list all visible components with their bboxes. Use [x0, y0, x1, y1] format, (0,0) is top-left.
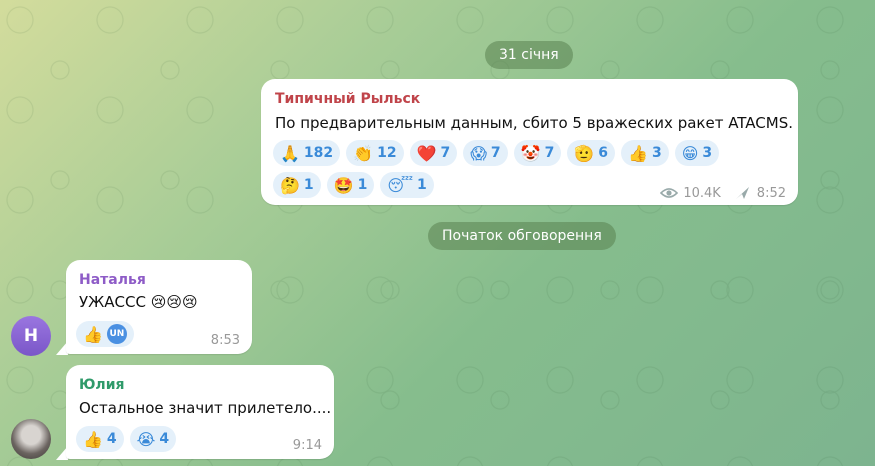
reaction-count: 6	[598, 145, 609, 161]
avatar[interactable]: Н	[11, 316, 51, 356]
reaction-emoji-icon: ❤️	[416, 143, 437, 163]
reaction-chip[interactable]: 👏 12	[346, 140, 404, 166]
reaction-chip[interactable]: 😭 4	[129, 426, 177, 452]
reaction-chip[interactable]: 😴 1	[380, 172, 434, 198]
reaction-count: 12	[377, 145, 397, 161]
reaction-emoji-icon: 🙏	[280, 143, 300, 163]
reaction-count: 7	[490, 145, 501, 161]
discussion-divider: Початок обговорення	[428, 222, 616, 250]
reaction-chip[interactable]: 🤩 1	[326, 172, 375, 198]
reaction-count: 1	[357, 177, 368, 193]
reaction-count: 3	[651, 145, 662, 161]
message-reactions: 👍 4 😭 4	[76, 426, 177, 452]
message-bubble[interactable]: Наталья УЖАССС 😢😢😢 👍 UN 8:53	[66, 260, 252, 354]
reaction-emoji-icon: 🤔	[280, 175, 300, 195]
reaction-emoji-icon: 👏	[353, 143, 374, 163]
eye-icon	[660, 188, 679, 198]
reaction-emoji-icon: 😴	[387, 175, 414, 195]
reaction-chip[interactable]: 👍 UN	[76, 321, 134, 347]
reaction-count: 1	[303, 177, 314, 193]
reaction-chip[interactable]: 🫡 6	[567, 140, 616, 166]
reaction-count: 182	[303, 145, 334, 161]
post-views: 10.4K	[683, 185, 721, 201]
post-sender[interactable]: Типичный Рыльск	[275, 91, 420, 107]
reaction-emoji-icon: 🤡	[520, 143, 541, 163]
reaction-emoji-icon: 👍	[628, 143, 648, 163]
reaction-chip[interactable]: ❤️ 7	[409, 140, 458, 166]
channel-post[interactable]: Типичный Рыльск По предварительным данны…	[261, 79, 798, 205]
reaction-count: 7	[544, 145, 555, 161]
reaction-chip[interactable]: 🤡 7	[513, 140, 562, 166]
reaction-count: 1	[417, 177, 427, 193]
avatar-initial: Н	[23, 326, 39, 346]
reaction-emoji-icon: 😁	[681, 143, 699, 163]
reaction-emoji-icon: 🤩	[333, 175, 354, 195]
reaction-count: 7	[440, 145, 451, 161]
thumbs-up-icon: 👍	[83, 429, 103, 449]
reaction-count: 3	[702, 145, 713, 161]
post-time: 8:52	[756, 185, 786, 201]
message-reactions: 👍 UN	[76, 321, 134, 347]
message-bubble[interactable]: Юлия Остальное значит прилетело.... 👍 4 …	[66, 365, 334, 459]
reaction-chip[interactable]: 👍 3	[621, 140, 669, 166]
reaction-emoji-icon: 😱	[470, 143, 487, 163]
message-text: УЖАССС 😢😢😢	[79, 293, 198, 311]
crying-face-icon: 😭	[136, 429, 156, 449]
reaction-chip[interactable]: 😱 7	[463, 140, 508, 166]
message-text: Остальное значит прилетело....	[79, 399, 332, 417]
message-time: 8:53	[210, 333, 240, 348]
post-text: По предварительным данным, сбито 5 враже…	[275, 114, 793, 132]
date-divider: 31 січня	[485, 41, 573, 69]
reaction-count: 4	[159, 431, 170, 447]
reaction-count: 4	[106, 431, 117, 447]
avatar[interactable]	[11, 419, 51, 459]
reaction-chip[interactable]: 🙏 182	[273, 140, 341, 166]
thumbs-up-icon: 👍	[83, 324, 103, 344]
post-meta: 10.4K 8:52	[660, 185, 786, 201]
message-sender[interactable]: Юлия	[79, 377, 125, 393]
share-icon[interactable]	[734, 185, 752, 201]
message-time: 9:14	[292, 438, 322, 453]
reaction-emoji-icon: 🫡	[574, 143, 595, 163]
reaction-chip[interactable]: 👍 4	[76, 426, 124, 452]
reaction-chip[interactable]: 🤔 1	[273, 172, 321, 198]
message-sender[interactable]: Наталья	[79, 272, 146, 288]
reactor-avatar: UN	[106, 324, 127, 344]
reaction-chip[interactable]: 😁 3	[674, 140, 720, 166]
